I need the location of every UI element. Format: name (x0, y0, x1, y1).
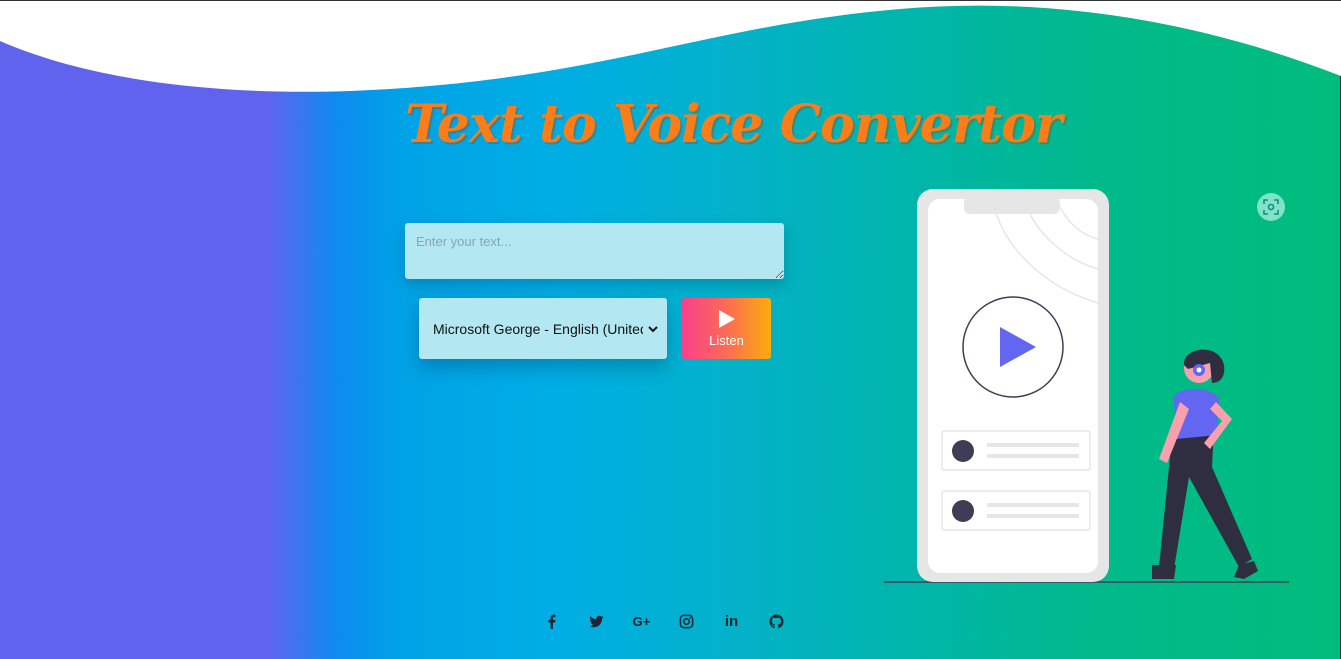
chevron-down-icon (648, 325, 658, 332)
instagram-link[interactable] (676, 609, 697, 633)
linkedin-link[interactable]: in (721, 609, 742, 633)
scan-button[interactable] (1257, 193, 1285, 221)
instagram-icon (679, 614, 694, 628)
social-links: G+ in (541, 609, 787, 633)
github-link[interactable] (766, 609, 787, 633)
facebook-link[interactable] (541, 609, 562, 633)
header-wave (0, 1, 1341, 92)
listen-button[interactable]: Listen (682, 298, 771, 359)
google-plus-link[interactable]: G+ (631, 609, 652, 633)
linkedin-icon: in (724, 612, 739, 630)
page-title: Text to Voice Convertor (405, 94, 1062, 155)
phone-illustration (884, 189, 1289, 583)
scan-icon (1263, 199, 1279, 215)
twitter-icon (589, 615, 604, 627)
listen-label: Listen (709, 333, 744, 348)
play-icon (718, 310, 735, 328)
text-input[interactable] (405, 223, 784, 279)
voice-select-value: Microsoft George - English (United (433, 320, 643, 337)
twitter-link[interactable] (586, 609, 607, 633)
github-icon (769, 613, 784, 628)
facebook-icon (548, 614, 556, 629)
google-plus-icon: G+ (632, 613, 651, 629)
voice-select[interactable]: Microsoft George - English (United (419, 298, 667, 359)
